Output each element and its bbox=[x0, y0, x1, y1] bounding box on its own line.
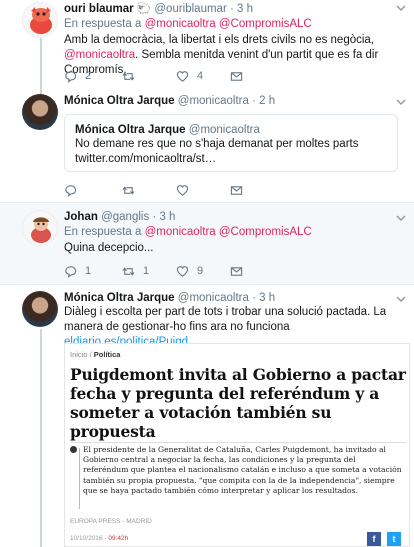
article-time: 09:42h bbox=[108, 535, 129, 542]
handle[interactable]: @ganglis bbox=[101, 211, 149, 223]
avatar[interactable] bbox=[22, 2, 58, 38]
heart-icon bbox=[176, 265, 189, 277]
reply-prefix: En respuesta a bbox=[64, 18, 142, 30]
heart-icon bbox=[176, 184, 189, 196]
display-name[interactable]: ouri blaumar 🐑 bbox=[64, 3, 151, 15]
chevron-down-icon[interactable] bbox=[396, 97, 406, 107]
quoted-tweet[interactable]: Mónica Oltra Jarque @monicaoltra No dema… bbox=[64, 114, 398, 172]
article-lede: El presidente de la Generalitat de Catal… bbox=[83, 445, 402, 495]
retweet-button[interactable] bbox=[122, 182, 143, 198]
breadcrumb: Inicio / Política bbox=[70, 350, 120, 359]
tweet-header: Mónica Oltra Jarque @monicaoltra · 3 h bbox=[64, 292, 394, 306]
like-count: 9 bbox=[197, 265, 204, 277]
reply-count: 2 bbox=[85, 70, 92, 82]
article-source: EUROPA PRESS - MADRID bbox=[70, 518, 152, 525]
separator-dot: · bbox=[252, 292, 256, 304]
like-count: 4 bbox=[197, 70, 204, 82]
chevron-down-icon[interactable] bbox=[396, 213, 406, 223]
reply-icon bbox=[65, 265, 77, 278]
quoted-display-name: Mónica Oltra Jarque bbox=[75, 124, 186, 136]
handle[interactable]: @monicaoltra bbox=[178, 95, 249, 107]
thread-line bbox=[40, 38, 42, 86]
like-button[interactable]: 4 bbox=[176, 68, 203, 84]
tweet-monicaoltra-quote[interactable]: Mónica Oltra Jarque @monicaoltra · 2 h M… bbox=[0, 86, 414, 203]
tweet-ouriblaumar[interactable]: ouri blaumar 🐑 @ouriblaumar · 3 h En res… bbox=[0, 0, 414, 86]
thread-line bbox=[40, 86, 42, 94]
envelope-icon bbox=[230, 266, 243, 276]
reply-icon bbox=[65, 70, 77, 83]
heart-icon bbox=[176, 70, 189, 82]
divider bbox=[79, 448, 80, 509]
quoted-tweet-text: No demane res que no s'haja demanat per … bbox=[75, 138, 359, 165]
separator-dot: · bbox=[229, 3, 234, 15]
envelope-icon bbox=[230, 185, 243, 195]
avatar[interactable] bbox=[22, 210, 58, 246]
breadcrumb-home: Inicio bbox=[70, 350, 88, 359]
retweet-icon bbox=[122, 266, 135, 276]
retweet-icon bbox=[122, 71, 135, 81]
envelope-icon bbox=[230, 71, 243, 81]
tweet-actions bbox=[64, 182, 264, 198]
tweet-text-part: Diàleg i escolta per part de tots i trob… bbox=[64, 306, 387, 333]
message-button[interactable] bbox=[230, 263, 251, 279]
reply-context: En respuesta a @monicaoltra @CompromisAL… bbox=[64, 226, 312, 238]
reply-button[interactable]: 1 bbox=[64, 263, 91, 279]
quoted-tweet-header: Mónica Oltra Jarque @monicaoltra bbox=[75, 124, 387, 136]
chevron-down-icon[interactable] bbox=[396, 3, 406, 13]
separator-dot: · bbox=[252, 95, 256, 107]
retweet-button[interactable]: 1 bbox=[122, 263, 149, 279]
like-button[interactable] bbox=[176, 182, 197, 198]
reply-prefix: En respuesta a bbox=[64, 226, 142, 238]
reply-button[interactable]: 2 bbox=[64, 68, 91, 84]
timestamp[interactable]: 2 h bbox=[259, 95, 275, 107]
bullet-icon bbox=[70, 446, 77, 453]
article-card-image[interactable]: Inicio / Política Puigdemont invita al G… bbox=[64, 343, 410, 547]
tweet-header: Johan @ganglis · 3 h bbox=[64, 211, 394, 225]
timestamp[interactable]: 3 h bbox=[159, 211, 175, 223]
article-datetime: 10/10/2016 - 09:42h bbox=[70, 535, 128, 542]
divider bbox=[70, 442, 406, 443]
reply-icon bbox=[65, 184, 77, 197]
reply-mentions[interactable]: @monicaoltra @CompromisALC bbox=[145, 18, 312, 30]
article-date: 10/10/2016 - bbox=[70, 535, 107, 542]
display-name[interactable]: Mónica Oltra Jarque bbox=[64, 292, 175, 304]
handle[interactable]: @ouriblaumar bbox=[154, 3, 226, 15]
tweet-text: Quina decepcio... bbox=[64, 242, 154, 254]
breadcrumb-section: Política bbox=[93, 350, 121, 359]
avatar[interactable] bbox=[22, 94, 58, 130]
retweet-count: 1 bbox=[143, 265, 150, 277]
tweet-monicaoltra-article[interactable]: Mónica Oltra Jarque @monicaoltra · 3 h D… bbox=[0, 285, 414, 547]
timestamp[interactable]: 3 h bbox=[259, 292, 275, 304]
twitter-icon: t bbox=[387, 532, 401, 546]
display-name[interactable]: Mónica Oltra Jarque bbox=[64, 95, 175, 107]
message-button[interactable] bbox=[230, 68, 251, 84]
tweet-actions: 2 4 bbox=[64, 68, 264, 84]
timestamp[interactable]: 3 h bbox=[237, 3, 253, 15]
retweet-icon bbox=[122, 185, 135, 195]
handle[interactable]: @monicaoltra bbox=[178, 292, 249, 304]
reply-count: 1 bbox=[85, 265, 92, 277]
article-headline: Puigdemont invita al Gobierno a pactar f… bbox=[70, 365, 406, 441]
facebook-icon: f bbox=[367, 532, 381, 546]
reply-button[interactable] bbox=[64, 182, 85, 198]
like-button[interactable]: 9 bbox=[176, 263, 203, 279]
thread-line bbox=[40, 329, 42, 547]
breadcrumb-separator: / bbox=[89, 350, 92, 359]
tweet-actions: 1 1 9 bbox=[64, 263, 264, 279]
tweet-text-part: Amb la democràcia, la libertat i els dre… bbox=[64, 34, 375, 46]
quoted-handle: @monicaoltra bbox=[188, 124, 260, 136]
avatar[interactable] bbox=[22, 291, 58, 327]
display-name[interactable]: Johan bbox=[64, 211, 98, 223]
separator-dot: · bbox=[152, 211, 157, 223]
tweet-ganglis[interactable]: Johan @ganglis · 3 h En respuesta a @mon… bbox=[0, 203, 414, 285]
retweet-button[interactable] bbox=[122, 68, 143, 84]
tweet-header: ouri blaumar 🐑 @ouriblaumar · 3 h bbox=[64, 1, 394, 15]
message-button[interactable] bbox=[230, 182, 251, 198]
tweet-header: Mónica Oltra Jarque @monicaoltra · 2 h bbox=[64, 95, 394, 109]
chevron-down-icon[interactable] bbox=[396, 294, 406, 304]
mention-link[interactable]: @monicaoltra bbox=[64, 49, 135, 61]
reply-mentions[interactable]: @monicaoltra @CompromisALC bbox=[145, 226, 312, 238]
reply-context: En respuesta a @monicaoltra @CompromisAL… bbox=[64, 18, 312, 30]
